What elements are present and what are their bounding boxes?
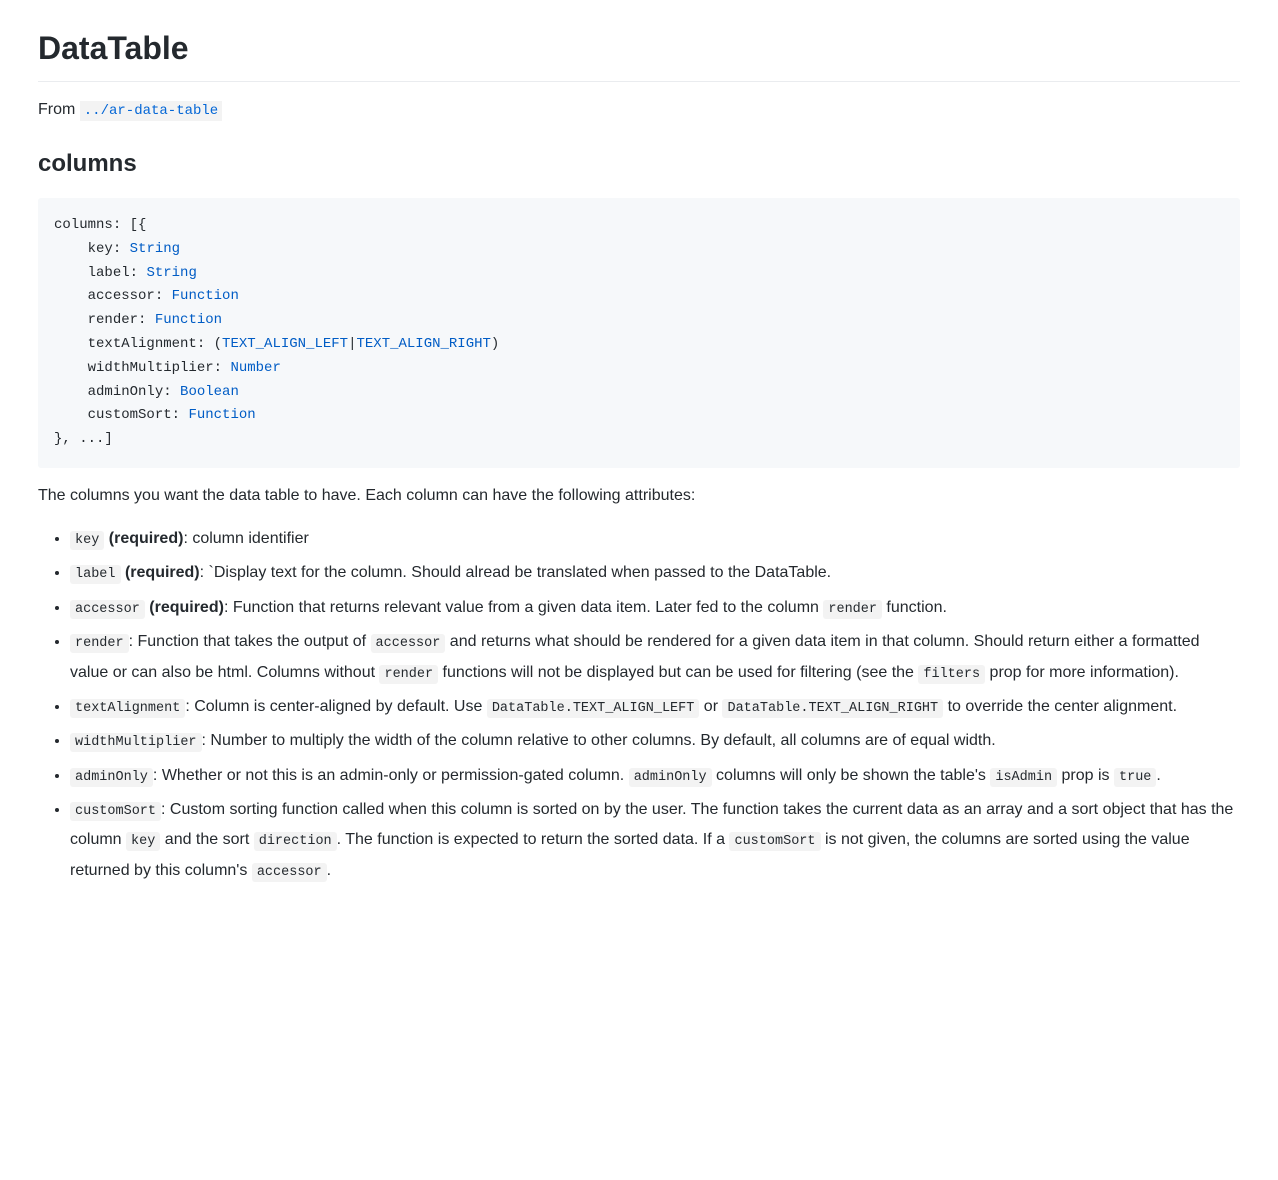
attr-code: customSort xyxy=(70,802,161,821)
inline-code: accessor xyxy=(252,863,327,882)
attr-desc: : Function that takes the output of xyxy=(129,633,371,650)
code-block-columns: columns: [{ key: String label: String ac… xyxy=(38,198,1240,468)
inline-code: direction xyxy=(254,832,337,851)
attr-desc: functions will not be displayed but can … xyxy=(438,664,918,681)
inline-code: adminOnly xyxy=(629,768,712,787)
attr-code: accessor xyxy=(70,600,145,619)
attr-desc: . xyxy=(1156,767,1160,784)
attr-code: adminOnly xyxy=(70,768,153,787)
list-item: adminOnly: Whether or not this is an adm… xyxy=(70,761,1240,791)
page-title: DataTable xyxy=(38,24,1240,82)
inline-code: DataTable.TEXT_ALIGN_RIGHT xyxy=(722,699,943,718)
inline-code: isAdmin xyxy=(990,768,1057,787)
inline-code: render xyxy=(379,665,438,684)
columns-attributes-list: key (required): column identifier label … xyxy=(38,524,1240,886)
required-label: (required) xyxy=(104,530,183,547)
attr-desc: function. xyxy=(882,599,947,616)
attr-desc: : column identifier xyxy=(183,530,308,547)
section-heading-columns: columns xyxy=(38,146,1240,182)
list-item: widthMultiplier: Number to multiply the … xyxy=(70,726,1240,756)
attr-code: label xyxy=(70,565,121,584)
attr-code: key xyxy=(70,531,104,550)
from-label: From xyxy=(38,101,75,118)
attr-desc: prop is xyxy=(1057,767,1114,784)
inline-code: DataTable.TEXT_ALIGN_LEFT xyxy=(487,699,700,718)
list-item: label (required): `Display text for the … xyxy=(70,558,1240,588)
attr-desc: : `Display text for the column. Should a… xyxy=(200,564,831,581)
attr-code: textAlignment xyxy=(70,699,185,718)
list-item: accessor (required): Function that retur… xyxy=(70,593,1240,623)
inline-code: accessor xyxy=(371,634,446,653)
inline-code: true xyxy=(1114,768,1156,787)
inline-code: render xyxy=(823,600,882,619)
attr-desc: columns will only be shown the table's xyxy=(712,767,991,784)
inline-code: filters xyxy=(918,665,985,684)
attr-desc: : Function that returns relevant value f… xyxy=(224,599,823,616)
attr-desc: prop for more information). xyxy=(985,664,1179,681)
attr-code: render xyxy=(70,634,129,653)
attr-desc: and the sort xyxy=(160,831,253,848)
list-item: key (required): column identifier xyxy=(70,524,1240,554)
attr-desc: . The function is expected to return the… xyxy=(337,831,730,848)
attr-desc: : Column is center-aligned by default. U… xyxy=(185,698,486,715)
attr-desc: to override the center alignment. xyxy=(943,698,1177,715)
from-line: From ../ar-data-table xyxy=(38,98,1240,122)
attr-code: widthMultiplier xyxy=(70,733,202,752)
inline-code: customSort xyxy=(729,832,820,851)
inline-code: key xyxy=(126,832,160,851)
list-item: customSort: Custom sorting function call… xyxy=(70,795,1240,886)
columns-intro: The columns you want the data table to h… xyxy=(38,484,1240,508)
required-label: (required) xyxy=(145,599,224,616)
attr-desc: : Number to multiply the width of the co… xyxy=(202,732,996,749)
required-label: (required) xyxy=(121,564,200,581)
source-link[interactable]: ../ar-data-table xyxy=(80,101,222,121)
list-item: render: Function that takes the output o… xyxy=(70,627,1240,688)
attr-desc: : Whether or not this is an admin-only o… xyxy=(153,767,629,784)
attr-desc: . xyxy=(327,862,331,879)
list-item: textAlignment: Column is center-aligned … xyxy=(70,692,1240,722)
attr-desc: or xyxy=(699,698,722,715)
